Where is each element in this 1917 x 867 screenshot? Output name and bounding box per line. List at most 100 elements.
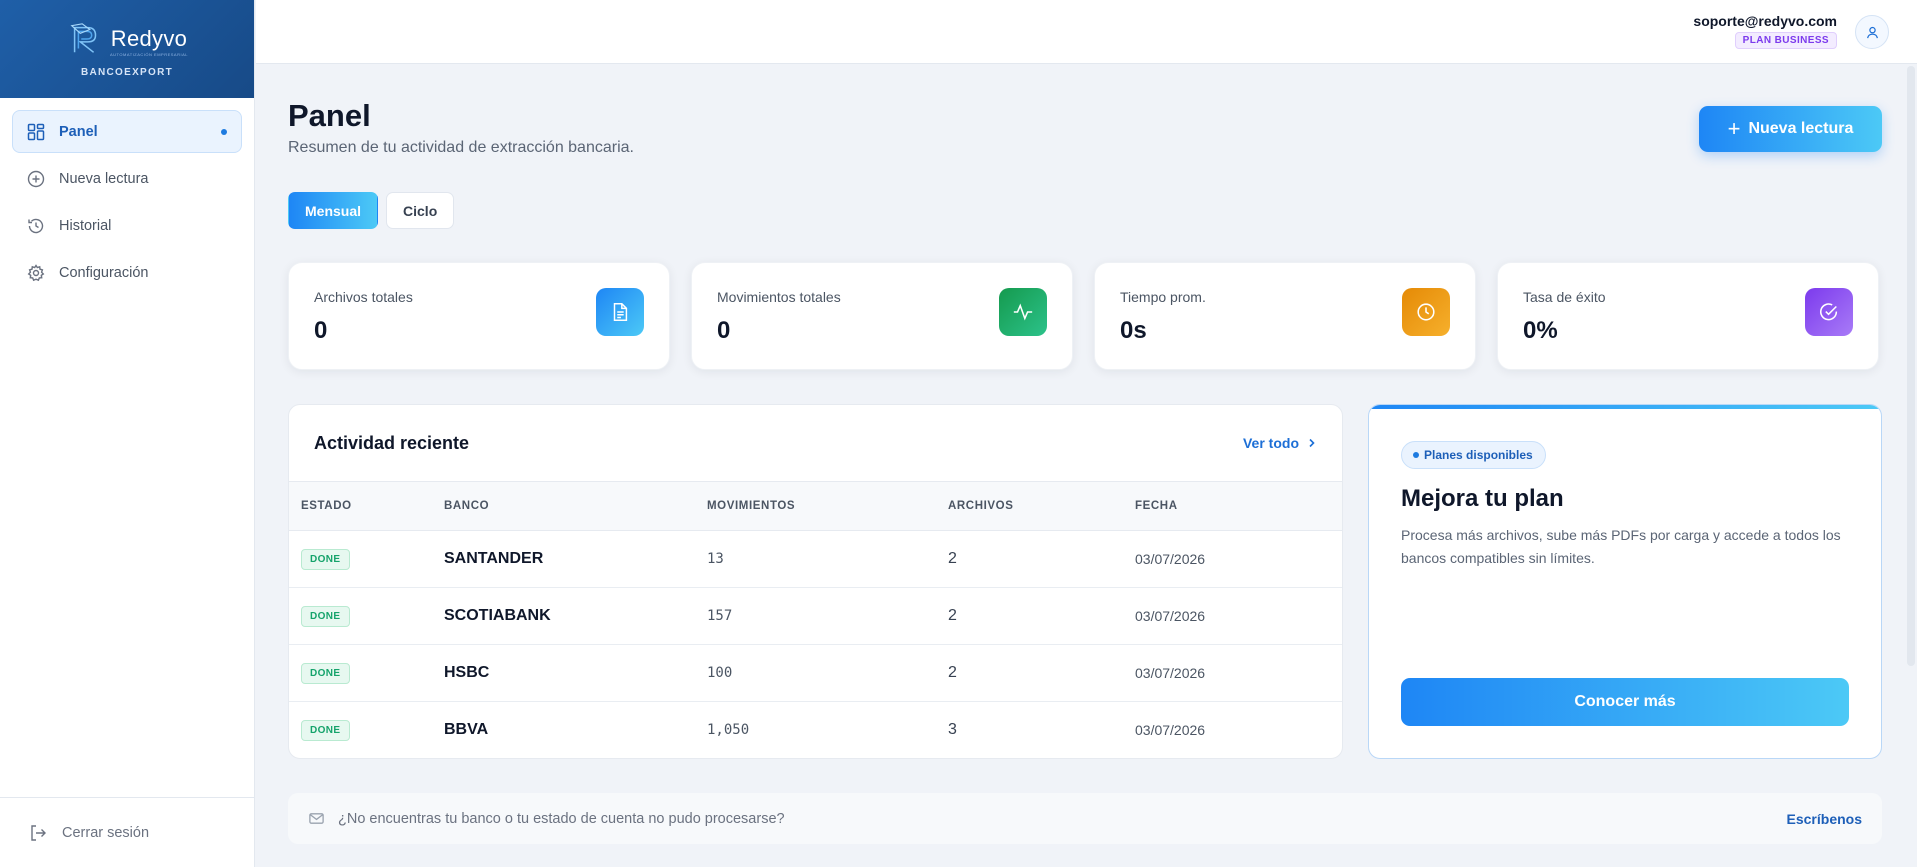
- sidebar-nav: Panel Nueva lectura Historial Configurac…: [0, 98, 254, 310]
- bank-name: SANTANDER: [444, 530, 707, 588]
- logout-label: Cerrar sesión: [62, 824, 150, 841]
- company-name: BANCOEXPORT: [80, 67, 174, 78]
- bank-name: SCOTIABANK: [444, 587, 707, 645]
- stat-label: Archivos totales: [314, 289, 413, 305]
- page-subtitle: Resumen de tu actividad de extracción ba…: [288, 139, 634, 156]
- files-count: 2: [948, 644, 1135, 702]
- date: 03/07/2026: [1135, 644, 1342, 702]
- view-all-label: Ver todo: [1242, 435, 1299, 451]
- column-header-movimientos: MOVIMIENTOS: [707, 500, 796, 512]
- page-title: Panel: [288, 98, 371, 133]
- stat-value: 0: [717, 317, 731, 344]
- help-bar: ¿No encuentras tu banco o tu estado de c…: [288, 793, 1882, 844]
- topbar: soporte@redyvo.com PLAN BUSINESS: [256, 0, 1917, 64]
- upgrade-description: Procesa más archivos, sube más PDFs por …: [1401, 527, 1841, 566]
- active-indicator-dot: [221, 128, 227, 135]
- help-text: ¿No encuentras tu banco o tu estado de c…: [338, 810, 785, 827]
- sidebar-item-label: Historial: [59, 217, 112, 234]
- contact-link[interactable]: Escríbenos: [1787, 811, 1862, 827]
- table-row[interactable]: DONE BBVA 1,050 3 03/07/2026: [289, 702, 1342, 759]
- user-info: soporte@redyvo.com PLAN BUSINESS: [1693, 13, 1837, 49]
- bank-name: BBVA: [444, 721, 489, 739]
- date: 03/07/2026: [1135, 530, 1342, 588]
- movements-count: 13: [707, 530, 948, 588]
- stats-row: Archivos totales 0 Movimientos totales 0…: [288, 262, 1882, 370]
- movements-count: 157: [707, 587, 948, 645]
- history-icon: [27, 217, 45, 235]
- stat-label: Movimientos totales: [717, 289, 841, 305]
- view-all-link[interactable]: Ver todo: [1243, 435, 1317, 451]
- upgrade-plan-card: Planes disponibles Mejora tu plan Proces…: [1368, 404, 1882, 759]
- stat-label: Tasa de éxito: [1523, 289, 1606, 305]
- new-reading-label: Nueva lectura: [1748, 120, 1854, 137]
- table-row[interactable]: DONE HSBC 100 2 03/07/2026: [289, 644, 1342, 702]
- status-badge: DONE: [301, 548, 350, 570]
- user-email: soporte@redyvo.com: [1693, 13, 1837, 29]
- files-count: 3: [948, 721, 957, 739]
- plan-badge: PLAN BUSINESS: [1734, 32, 1837, 49]
- movements-count: 100: [707, 644, 948, 702]
- sidebar: Redyvo AUTOMATIZACIÓN EMPRESARIAL BANCOE…: [0, 0, 255, 867]
- toggle-mensual[interactable]: Mensual: [288, 192, 379, 229]
- files-count: 2: [948, 530, 1135, 588]
- column-header-banco: BANCO: [444, 500, 490, 512]
- status-badge: DONE: [301, 719, 350, 741]
- files-count: 2: [948, 587, 1135, 645]
- status-badge: DONE: [301, 662, 350, 684]
- stat-card-archivos: Archivos totales 0: [288, 262, 670, 370]
- chevron-right-icon: [1309, 438, 1315, 448]
- gear-icon: [27, 263, 45, 282]
- sidebar-item-label: Nueva lectura: [59, 170, 149, 187]
- table-row[interactable]: DONE SANTANDER 13 2 03/07/2026: [289, 530, 1342, 588]
- mail-icon: [308, 810, 326, 828]
- avatar-button[interactable]: [1855, 15, 1889, 49]
- sidebar-item-label: Panel: [59, 123, 98, 140]
- bank-name: HSBC: [444, 644, 707, 702]
- user-icon: [1866, 26, 1878, 38]
- sidebar-item-panel[interactable]: Panel: [12, 110, 242, 153]
- plus-icon: +: [1727, 116, 1741, 141]
- activity-icon: [999, 288, 1047, 336]
- column-header-archivos: ARCHIVOS: [948, 500, 1014, 512]
- date: 03/07/2026: [1135, 587, 1342, 645]
- plus-circle-icon: [27, 170, 45, 188]
- brand-name: Redyvo: [110, 26, 188, 51]
- column-header-estado: ESTADO: [301, 500, 352, 512]
- stat-value: 0s: [1120, 317, 1147, 344]
- clock-icon: [1402, 288, 1450, 336]
- check-circle-icon: [1805, 288, 1853, 336]
- redyvo-logo-icon: [70, 23, 97, 53]
- activity-header: Actividad reciente Ver todo: [289, 405, 1342, 481]
- activity-title: Actividad reciente: [314, 432, 470, 453]
- new-reading-button[interactable]: + Nueva lectura: [1699, 106, 1882, 152]
- logout-icon: [28, 823, 48, 843]
- activity-table: ESTADO BANCO MOVIMIENTOS ARCHIVOS FECHA …: [289, 481, 1342, 759]
- column-header-fecha: FECHA: [1135, 500, 1178, 512]
- upgrade-title: Mejora tu plan: [1401, 485, 1564, 512]
- sidebar-item-historial[interactable]: Historial: [12, 204, 242, 247]
- stat-value: 0: [314, 317, 328, 344]
- date: 03/07/2026: [1135, 722, 1206, 739]
- stat-card-movimientos: Movimientos totales 0: [691, 262, 1073, 370]
- table-header-row: ESTADO BANCO MOVIMIENTOS ARCHIVOS FECHA: [289, 481, 1342, 531]
- learn-more-button[interactable]: Conocer más: [1401, 678, 1849, 726]
- sidebar-item-label: Configuración: [59, 264, 149, 281]
- scrollbar-thumb[interactable]: [1907, 66, 1915, 666]
- dashboard-icon: [27, 123, 45, 141]
- file-icon: [596, 288, 644, 336]
- logout-button[interactable]: Cerrar sesión: [0, 797, 255, 867]
- table-row[interactable]: DONE SCOTIABANK 157 2 03/07/2026: [289, 587, 1342, 645]
- recent-activity-card: Actividad reciente Ver todo ESTADO BANCO…: [288, 404, 1343, 759]
- brand-tagline: AUTOMATIZACIÓN EMPRESARIAL: [110, 52, 188, 57]
- stat-card-tasa-exito: Tasa de éxito 0%: [1497, 262, 1879, 370]
- status-badge: DONE: [301, 605, 350, 627]
- plans-available-pill: Planes disponibles: [1401, 441, 1546, 469]
- movements-count: 1,050: [707, 722, 750, 739]
- stat-card-tiempo: Tiempo prom. 0s: [1094, 262, 1476, 370]
- stat-label: Tiempo prom.: [1120, 289, 1206, 305]
- sidebar-item-configuracion[interactable]: Configuración: [12, 251, 242, 294]
- sidebar-item-nueva-lectura[interactable]: Nueva lectura: [12, 157, 242, 200]
- brand-header: Redyvo AUTOMATIZACIÓN EMPRESARIAL BANCOE…: [0, 0, 254, 98]
- toggle-ciclo[interactable]: Ciclo: [386, 192, 455, 229]
- period-toggle: Mensual Ciclo: [288, 192, 455, 229]
